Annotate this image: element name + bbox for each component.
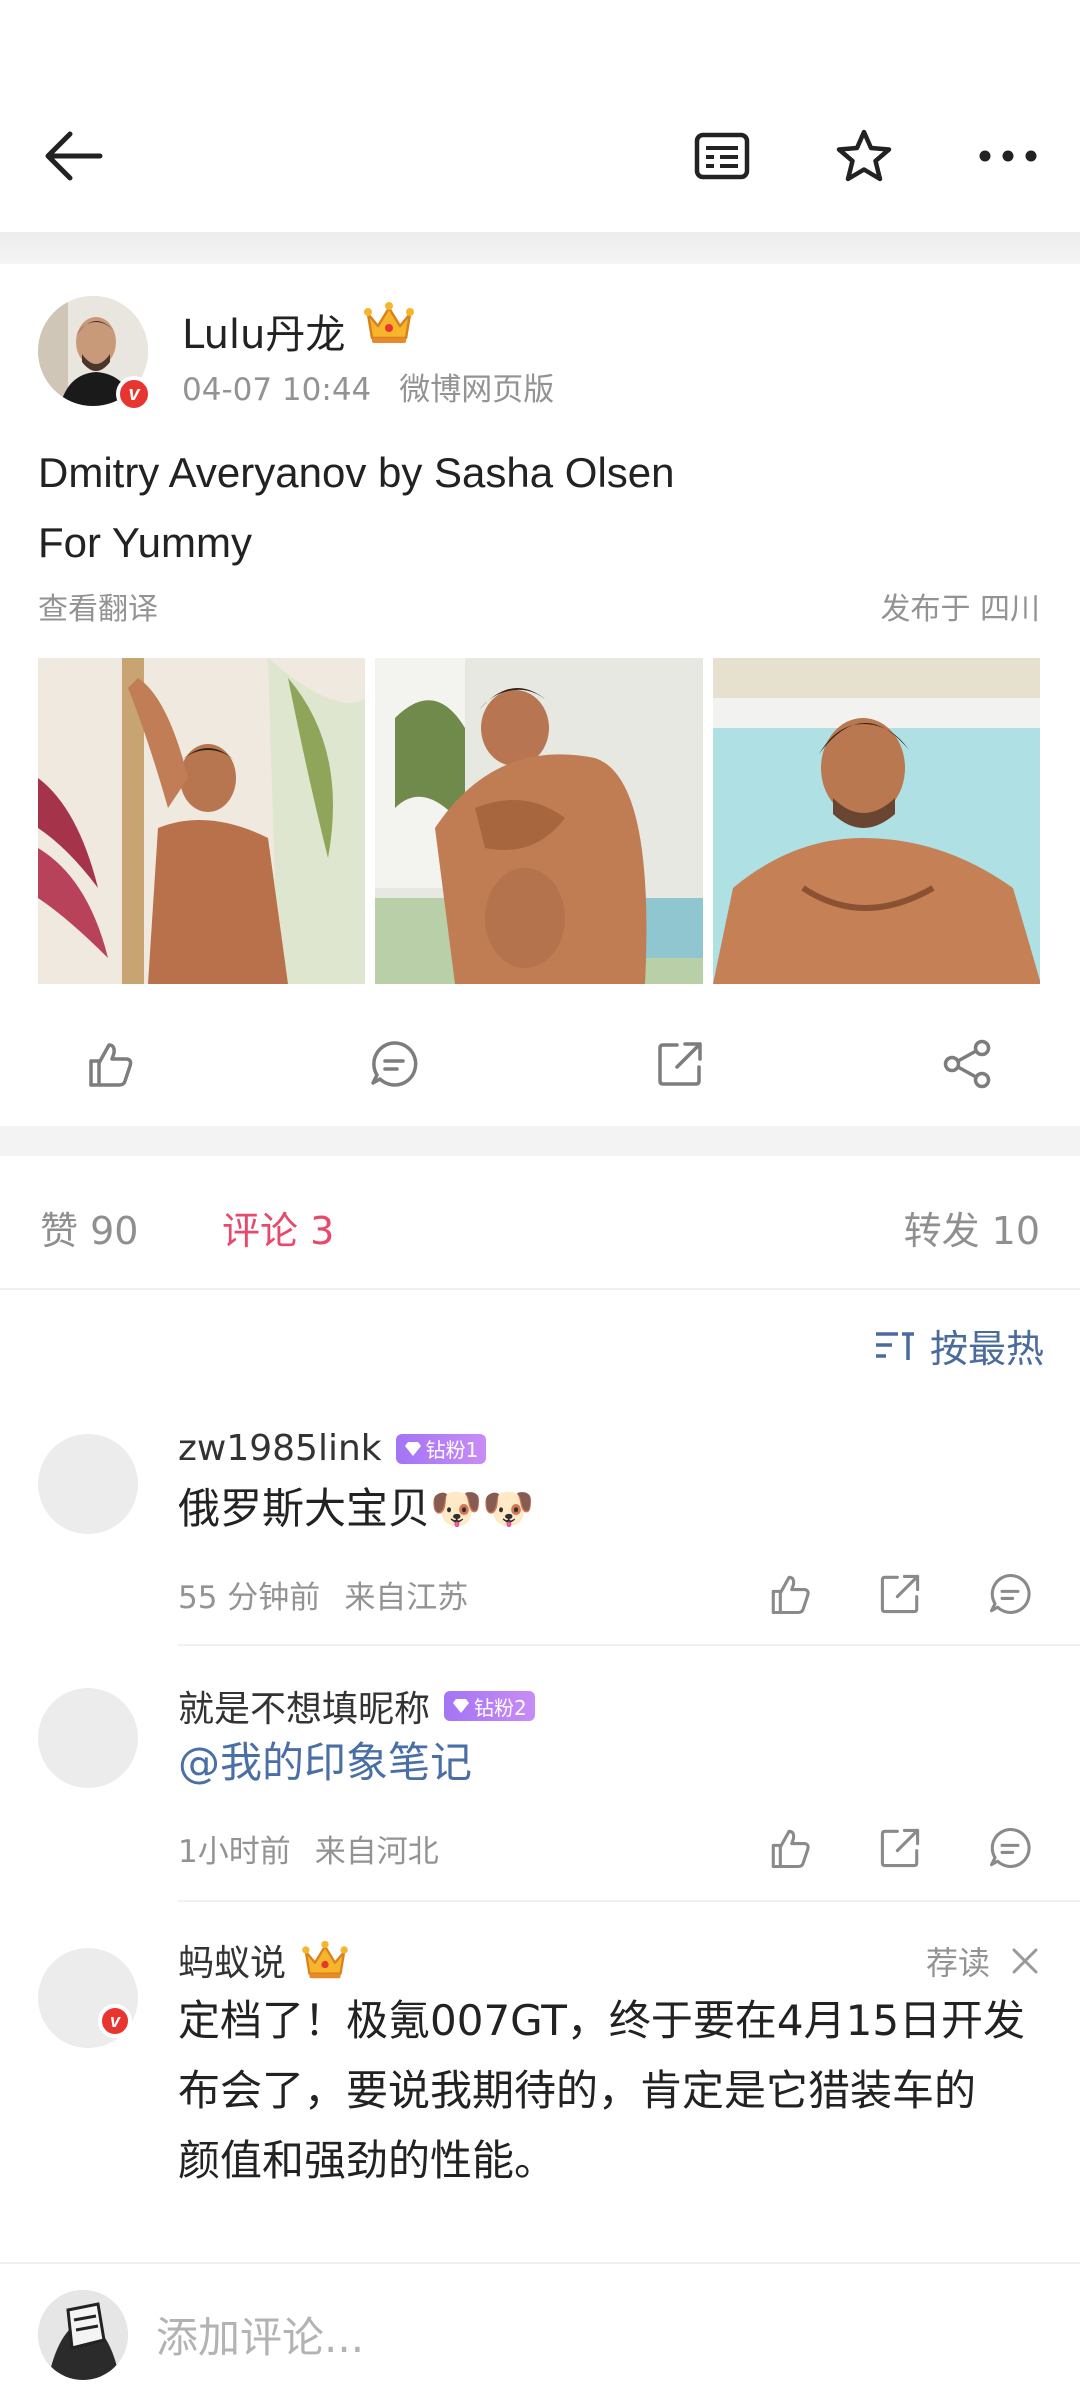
comment-divider (178, 1644, 1080, 1646)
commenter-name-text: 蚂蚁说 (178, 1943, 287, 1984)
repost-icon[interactable] (650, 1034, 710, 1094)
like-icon[interactable] (80, 1034, 140, 1094)
crown-icon (362, 300, 416, 350)
recommend-label: 荐读 (925, 1944, 990, 1982)
comment-icon[interactable] (364, 1034, 424, 1094)
tab-likes[interactable]: 赞 90 (40, 1200, 138, 1255)
my-avatar[interactable] (38, 2290, 128, 2380)
post-photo[interactable] (712, 658, 1040, 984)
post-meta: 04-07 10:44 微博网页版 (182, 364, 554, 409)
repost-icon[interactable] (870, 1818, 930, 1878)
stats-tabs: 赞 90 评论 3 转发 10 (0, 1156, 1080, 1290)
verified-badge: v (98, 2004, 132, 2038)
fan-badge: 钻粉2 (444, 1691, 535, 1721)
post-action-bar (0, 1024, 1080, 1104)
commenter-avatar[interactable] (38, 1434, 138, 1534)
article-icon[interactable] (686, 120, 758, 192)
comment-time: 55 分钟前 (178, 1580, 321, 1616)
sort-label: 按最热 (929, 1327, 1044, 1371)
comment-item: zw1985link 钻粉1 俄罗斯大宝贝🐶🐶 55 分钟前 来自江苏 (0, 1404, 1080, 1656)
comment-mention-link[interactable]: @我的印象笔记 (178, 1728, 472, 1798)
weibo-post-page: v Lulu丹龙 04-07 10:44 微博网页版 Dmitry Averyan… (0, 0, 1080, 2400)
comment-actions (760, 1564, 1040, 1624)
post-location: 发布于 四川 (880, 592, 1040, 627)
like-icon[interactable] (760, 1564, 820, 1624)
post-text-line: For Yummy (38, 519, 252, 566)
commenter-name[interactable]: 蚂蚁说 (178, 1934, 350, 1986)
more-icon[interactable] (972, 120, 1044, 192)
diamond-icon (404, 1441, 421, 1456)
close-icon[interactable] (1010, 1946, 1040, 1976)
author-name[interactable]: Lulu丹龙 (182, 302, 345, 360)
comment-divider (178, 1900, 1080, 1902)
reply-icon[interactable] (980, 1564, 1040, 1624)
translate-link[interactable]: 查看翻译 (38, 584, 158, 628)
comment-from: 来自河北 (314, 1834, 439, 1870)
fan-badge: 钻粉1 (395, 1433, 487, 1464)
sort-button[interactable]: 按最热 (874, 1318, 1044, 1373)
fan-badge-label: 钻粉2 (474, 1695, 527, 1720)
tab-reposts[interactable]: 转发 10 (904, 1200, 1040, 1255)
nav-shadow (0, 232, 1080, 264)
reply-icon[interactable] (980, 1818, 1040, 1878)
crown-icon (302, 1940, 348, 1979)
comment-from: 来自江苏 (344, 1580, 469, 1616)
verified-badge: v (116, 376, 152, 412)
comment-text-line: 定档了！极氪007GT，终于要在4月15日开发 (178, 1996, 1026, 2045)
comment-input[interactable]: 添加评论... (156, 2304, 364, 2365)
post-photo[interactable] (375, 658, 703, 984)
like-icon[interactable] (760, 1818, 820, 1878)
diamond-icon (453, 1699, 470, 1713)
comment-text: 俄罗斯大宝贝🐶🐶 (178, 1474, 535, 1544)
comment-input-bar: 添加评论... (0, 2262, 1080, 2400)
fan-badge-label: 钻粉1 (425, 1438, 479, 1462)
comment-text: 定档了！极氪007GT，终于要在4月15日开发 布会了，要说我期待的，肯定是它猎… (178, 1986, 1025, 2196)
recommend-tag: 荐读 (926, 1938, 1040, 1984)
section-divider (0, 1126, 1080, 1156)
comment-text-line: 颜值和强劲的性能。 (178, 2136, 557, 2185)
back-arrow-icon[interactable] (36, 120, 108, 192)
comment-item: 就是不想填昵称 钻粉2 @我的印象笔记 1小时前 来自河北 (0, 1658, 1080, 1912)
commenter-name-text: zw1985link (178, 1428, 382, 1469)
post-card: v Lulu丹龙 04-07 10:44 微博网页版 Dmitry Averyan… (0, 264, 1080, 1126)
post-source: 微博网页版 (399, 372, 555, 408)
comment-meta: 55 分钟前 来自江苏 (178, 1572, 468, 1617)
commenter-name[interactable]: zw1985link 钻粉1 (178, 1428, 487, 1469)
post-text-line: Dmitry Averyanov by Sasha Olsen (38, 449, 675, 496)
post-text: Dmitry Averyanov by Sasha Olsen For Yumm… (38, 438, 1038, 578)
comment-time: 1小时前 (178, 1834, 291, 1870)
commenter-name-text: 就是不想填昵称 (178, 1689, 431, 1730)
photo-grid (38, 658, 1040, 984)
dog-emoji: 🐶🐶 (430, 1484, 535, 1533)
comment-text-line: 布会了，要说我期待的，肯定是它猎装车的 (178, 2066, 977, 2115)
tab-comments[interactable]: 评论 3 (222, 1200, 334, 1255)
comment-text-body: 俄罗斯大宝贝 (178, 1484, 431, 1533)
post-time: 04-07 10:44 (182, 372, 372, 408)
commenter-avatar[interactable] (38, 1688, 138, 1788)
post-photo[interactable] (38, 658, 366, 984)
sort-icon (875, 1331, 914, 1360)
comment-meta: 1小时前 来自河北 (178, 1826, 439, 1871)
share-icon[interactable] (938, 1034, 998, 1094)
top-nav-bar (0, 0, 1080, 232)
comment-actions (760, 1818, 1040, 1878)
comment-item: v 蚂蚁说 荐读 定档了！极氪007GT，终于要在4月15日开发 布会了，要说我… (0, 1912, 1080, 2252)
repost-icon[interactable] (870, 1564, 930, 1624)
star-icon[interactable] (828, 120, 900, 192)
commenter-name[interactable]: 就是不想填昵称 钻粉2 (178, 1680, 535, 1732)
